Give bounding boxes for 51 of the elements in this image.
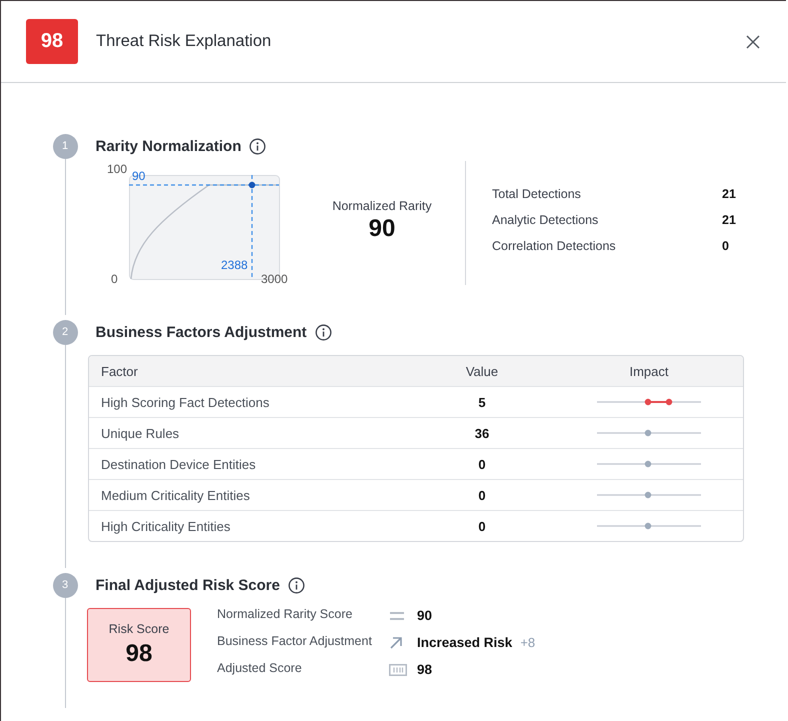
stat-label: Correlation Detections: [492, 239, 617, 253]
info-icon[interactable]: [314, 324, 332, 340]
risk-score-label: Risk Score: [108, 622, 170, 636]
axis-label: 3000: [261, 273, 288, 286]
score-row-value: 98: [417, 662, 432, 677]
stat-value: 21: [722, 213, 736, 227]
score-delta: +8: [520, 635, 536, 650]
normalized-rarity-label: Normalized Rarity: [332, 199, 432, 213]
score-badge: 98: [26, 19, 78, 64]
stat-label: Analytic Detections: [492, 213, 600, 227]
factor-value: 5: [477, 394, 487, 410]
risk-score-value: 98: [126, 640, 152, 668]
score-row-label: Normalized Rarity Score: [217, 606, 354, 620]
close-icon: [746, 34, 760, 48]
axis-label: 0: [111, 273, 118, 286]
stat-label: Total Detections: [492, 187, 582, 201]
normalized-rarity-value: 90: [368, 215, 396, 243]
marker-dot: [248, 182, 256, 188]
factor-name: Medium Criticality Entities: [100, 488, 251, 502]
info-icon[interactable]: [288, 576, 305, 594]
section-title: Rarity Normalization: [96, 138, 242, 154]
axis-label: 100: [107, 163, 128, 176]
column-header: Value: [464, 364, 500, 378]
column-header: Impact: [628, 364, 670, 378]
factor-value: 0: [477, 456, 487, 472]
equals-icon: [389, 610, 405, 620]
section-title: Final Adjusted Risk Score: [96, 576, 280, 594]
factor-name: High Criticality Entities: [100, 518, 232, 534]
step-number: 3: [52, 572, 78, 598]
score-meter-icon: [389, 664, 407, 676]
score-row-label: Adjusted Score: [217, 660, 303, 674]
dialog-title: Threat Risk Explanation: [96, 32, 272, 51]
info-icon[interactable]: [249, 138, 266, 154]
stat-value: 21: [722, 187, 736, 201]
factor-value: 0: [477, 488, 487, 502]
stat-value: 0: [722, 239, 730, 253]
arrow-up-right-icon: [389, 636, 403, 650]
score-row-label: Business Factor Adjustment: [217, 634, 373, 648]
marker-label: 2388: [221, 259, 248, 272]
factor-value: 0: [477, 518, 487, 534]
factor-name: High Scoring Fact Detections: [100, 394, 270, 410]
step-number: 1: [52, 134, 78, 158]
factor-value: 36: [474, 426, 490, 440]
factor-name: Destination Device Entities: [100, 456, 257, 472]
score-row-value: 90: [417, 608, 432, 623]
column-header: Factor: [100, 364, 139, 378]
score-row-value: Increased Risk: [417, 635, 512, 650]
section-title: Business Factors Adjustment: [96, 324, 307, 340]
factor-name: Unique Rules: [100, 426, 180, 440]
marker-label: 90: [132, 170, 146, 183]
step-number: 2: [52, 320, 78, 344]
